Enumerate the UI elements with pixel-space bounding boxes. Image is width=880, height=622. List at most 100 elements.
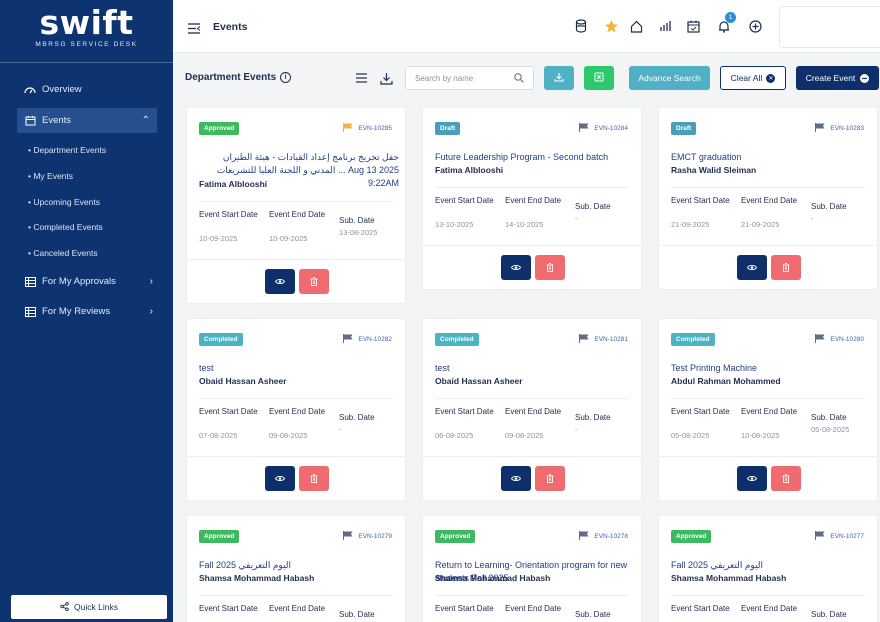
sidebar-item-overview[interactable]: Overview <box>0 77 173 102</box>
export-button[interactable] <box>544 66 574 90</box>
event-title[interactable]: Fall 2025 اليوم التعريفي <box>199 559 399 572</box>
event-id-text: EVN-10277 <box>830 533 864 540</box>
event-id-text: EVN-10278 <box>594 533 628 540</box>
event-organizer: Fatima Alblooshi <box>435 165 504 175</box>
view-button[interactable] <box>501 466 531 491</box>
menu-toggle-icon[interactable] <box>188 21 201 34</box>
add-icon <box>860 73 870 83</box>
download-icon[interactable] <box>379 71 393 85</box>
notification-bell-icon[interactable]: 1 <box>716 12 736 34</box>
event-title[interactable]: EMCT graduation <box>671 151 871 164</box>
view-button[interactable] <box>501 255 531 280</box>
end-date-value: 09-08-2025 <box>269 431 308 440</box>
view-button[interactable] <box>265 269 295 294</box>
excel-export-button[interactable] <box>584 66 614 90</box>
start-date-label: Event Start Date <box>199 407 258 416</box>
excel-icon <box>594 69 604 87</box>
event-card[interactable]: Approved EVN-10285 حفل تخريج برنامج إعدا… <box>186 107 406 304</box>
event-card[interactable]: Completed EVN-10280 Test Printing Machin… <box>658 318 878 501</box>
search-input[interactable]: Search by name <box>405 66 534 90</box>
view-button[interactable] <box>737 255 767 280</box>
sub-date-label: Sub. Date <box>339 413 375 422</box>
sub-date-label: Sub. Date <box>811 202 847 211</box>
start-date-label: Event Start Date <box>435 407 494 416</box>
start-date-label: Event Start Date <box>435 604 494 613</box>
delete-button[interactable] <box>771 466 801 491</box>
start-date-label: Event Start Date <box>671 407 730 416</box>
event-card[interactable]: Approved EVN-10277 Fall 2025 اليوم التعر… <box>658 515 878 622</box>
status-badge: Approved <box>199 122 240 135</box>
event-organizer: Shamsa Mohammad Habash <box>671 573 787 583</box>
card-footer-divider <box>423 456 641 457</box>
event-card[interactable]: Completed EVN-10281 test Obaid Hassan As… <box>422 318 642 501</box>
delete-button[interactable] <box>535 466 565 491</box>
page-title: Events <box>213 21 248 33</box>
clear-all-button[interactable]: Clear All ✕ <box>720 66 786 90</box>
end-date-label: Event End Date <box>741 604 798 613</box>
sidebar-divider <box>0 62 173 63</box>
share-icon <box>60 601 69 613</box>
view-button[interactable] <box>737 466 767 491</box>
start-date-value: 07-08-2025 <box>199 431 238 440</box>
event-organizer: Abdul Rahman Mohammed <box>671 376 781 386</box>
event-organizer: Obaid Hassan Asheer <box>199 376 287 386</box>
end-date-label: Event End Date <box>269 210 326 219</box>
event-title[interactable]: test <box>435 362 635 375</box>
list-view-icon[interactable] <box>354 71 368 85</box>
close-icon: ✕ <box>766 73 776 83</box>
delete-button[interactable] <box>535 255 565 280</box>
logo[interactable]: swift MBRSG SERVICE DESK <box>0 0 173 62</box>
search-placeholder: Search by name <box>415 73 474 83</box>
event-organizer: Obaid Hassan Asheer <box>435 376 523 386</box>
sidebar-subitem-canceled-events[interactable]: • Canceled Events <box>28 248 98 258</box>
sidebar-subitem-upcoming-events[interactable]: • Upcoming Events <box>28 197 100 207</box>
event-card[interactable]: Draft EVN-10283 EMCT graduation Rasha Wa… <box>658 107 878 290</box>
advance-search-button[interactable]: Advance Search <box>629 66 710 90</box>
bar-chart-icon[interactable] <box>657 18 673 34</box>
sidebar-item-for-my-approvals[interactable]: For My Approvals › <box>0 269 173 294</box>
event-title[interactable]: Test Printing Machine <box>671 362 871 375</box>
event-id-text: EVN-10285 <box>358 125 392 132</box>
sidebar-subitem-my-events[interactable]: • My Events <box>28 171 73 181</box>
delete-button[interactable] <box>299 466 329 491</box>
event-card[interactable]: Approved EVN-10278 Return to Learning- O… <box>422 515 642 622</box>
card-divider <box>671 595 865 596</box>
event-organizer: Shamsa Mohammad Habash <box>435 573 551 583</box>
sidebar-subitem-department-events[interactable]: • Department Events <box>28 145 106 155</box>
flag-icon <box>343 123 353 134</box>
event-card[interactable]: Completed EVN-10282 test Obaid Hassan As… <box>186 318 406 501</box>
section-title-text: Department Events <box>185 72 277 83</box>
sub-date-label: Sub. Date <box>575 610 611 619</box>
logo-subtitle: MBRSG SERVICE DESK <box>35 41 138 48</box>
delete-button[interactable] <box>771 255 801 280</box>
user-profile-area[interactable] <box>779 6 880 48</box>
sidebar-item-events[interactable]: Events ⌃ <box>17 108 157 133</box>
section-title: Department Events i <box>185 72 292 83</box>
topbar: Events 1 <box>173 0 880 53</box>
trash-icon <box>546 263 554 272</box>
info-icon[interactable]: i <box>280 72 292 83</box>
status-badge: Draft <box>435 122 461 135</box>
create-event-button[interactable]: Create Event <box>796 66 879 90</box>
sidebar-subitem-completed-events[interactable]: • Completed Events <box>28 222 103 232</box>
database-icon[interactable] <box>573 18 589 34</box>
quick-links-button[interactable]: Quick Links <box>11 595 167 619</box>
event-title[interactable]: test <box>199 362 399 375</box>
view-button[interactable] <box>265 466 295 491</box>
event-card[interactable]: Approved EVN-10279 Fall 2025 اليوم التعر… <box>186 515 406 622</box>
event-card[interactable]: Draft EVN-10284 Future Leadership Progra… <box>422 107 642 290</box>
delete-button[interactable] <box>299 269 329 294</box>
sub-date-label: Sub. Date <box>811 610 847 619</box>
event-title[interactable]: Future Leadership Program - Second batch <box>435 151 635 164</box>
add-circle-icon[interactable] <box>747 18 763 34</box>
calendar-check-icon[interactable] <box>685 18 701 34</box>
event-id-text: EVN-10280 <box>830 336 864 343</box>
home-icon[interactable] <box>628 18 644 34</box>
end-date-label: Event End Date <box>505 196 562 205</box>
list-icon <box>24 306 36 318</box>
sub-date-label: Sub. Date <box>339 610 375 619</box>
sidebar-item-for-my-reviews[interactable]: For My Reviews › <box>0 299 173 324</box>
event-title[interactable]: Fall 2025 اليوم التعريفي <box>671 559 871 572</box>
star-icon[interactable] <box>603 18 619 34</box>
download-icon <box>554 69 564 87</box>
